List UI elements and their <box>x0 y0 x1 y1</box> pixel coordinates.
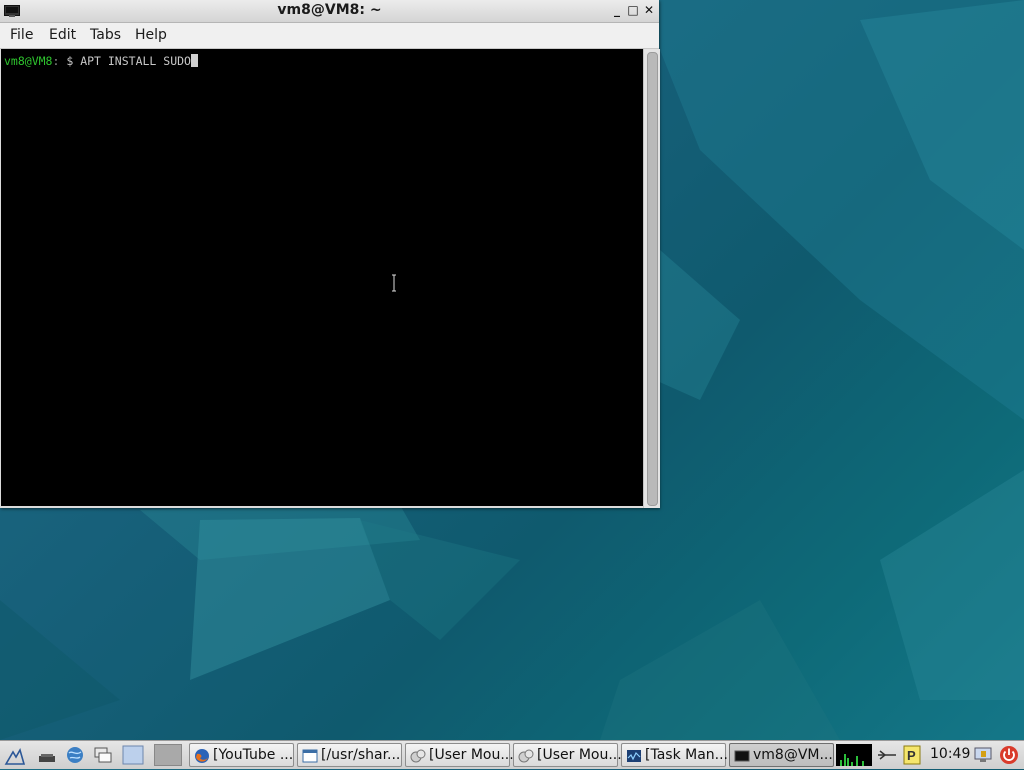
task-label: vm8@VM... <box>753 747 833 763</box>
user-mount-icon <box>518 749 534 763</box>
task-label: [User Mou... <box>429 747 514 763</box>
network-icon[interactable] <box>876 744 898 766</box>
task-manager-icon <box>627 750 641 762</box>
menu-edit[interactable]: Edit <box>49 27 76 43</box>
menu-tabs[interactable]: Tabs <box>90 27 121 43</box>
task-label: [User Mou... <box>537 747 622 763</box>
menu-help[interactable]: Help <box>135 27 167 43</box>
text-cursor <box>190 54 198 67</box>
menu-file[interactable]: File <box>10 27 33 43</box>
terminal-prompt-line: vm8@VM8: $ APT INSTALL SUDO <box>4 54 198 68</box>
prompt-user: vm8@VM8 <box>4 54 53 68</box>
user-mount-icon <box>410 749 426 763</box>
terminal-window: vm8@VM8: ~ _ □ ✕ File Edit Tabs Help vm8… <box>0 0 660 508</box>
prompt-dir: $ <box>59 54 81 68</box>
windows-icon[interactable] <box>92 744 114 766</box>
task-button-youtube[interactable]: [YouTube ... <box>189 743 294 767</box>
package-updater-icon[interactable]: P <box>901 744 923 766</box>
svg-text:P: P <box>907 748 916 763</box>
terminal-scrollbar[interactable] <box>643 49 660 508</box>
firefox-icon <box>195 749 209 763</box>
close-button[interactable]: ✕ <box>642 3 656 17</box>
task-label: [Task Man... <box>645 747 729 763</box>
taskbar: [YouTube ... [/usr/shar... [User Mou... … <box>0 740 1024 769</box>
window-titlebar[interactable]: vm8@VM8: ~ _ □ ✕ <box>0 0 659 23</box>
file-manager-icon <box>302 749 318 763</box>
scrollbar-thumb[interactable] <box>647 52 658 506</box>
globe-icon[interactable] <box>64 744 86 766</box>
cpu-monitor-graph[interactable] <box>836 744 872 766</box>
task-button-user-mount-2[interactable]: [User Mou... <box>513 743 622 767</box>
task-button-file-manager[interactable]: [/usr/shar... <box>297 743 402 767</box>
terminal-area[interactable]: vm8@VM8: $ APT INSTALL SUDO <box>1 49 643 506</box>
task-label: [/usr/shar... <box>321 747 401 763</box>
task-button-task-manager[interactable]: [Task Man... <box>621 743 729 767</box>
window-title: vm8@VM8: ~ <box>277 2 382 18</box>
menubar: File Edit Tabs Help <box>0 23 659 49</box>
ibeam-cursor-icon <box>392 274 396 292</box>
folder-icon[interactable] <box>36 744 58 766</box>
task-label: [YouTube ... <box>213 747 294 763</box>
minimize-button[interactable]: _ <box>610 3 624 17</box>
terminal-command: APT INSTALL SUDO <box>80 54 191 68</box>
screen-lock-icon[interactable] <box>972 744 994 766</box>
workspace-switcher[interactable] <box>154 744 182 766</box>
task-button-user-mount-1[interactable]: [User Mou... <box>405 743 514 767</box>
clock[interactable]: 10:49 <box>930 746 970 762</box>
task-button-terminal[interactable]: vm8@VM... <box>729 743 834 767</box>
terminal-icon <box>734 750 750 762</box>
desktop-icon[interactable] <box>122 744 144 766</box>
power-icon[interactable] <box>998 744 1020 766</box>
start-menu-icon[interactable] <box>4 744 26 766</box>
maximize-button[interactable]: □ <box>626 3 640 17</box>
